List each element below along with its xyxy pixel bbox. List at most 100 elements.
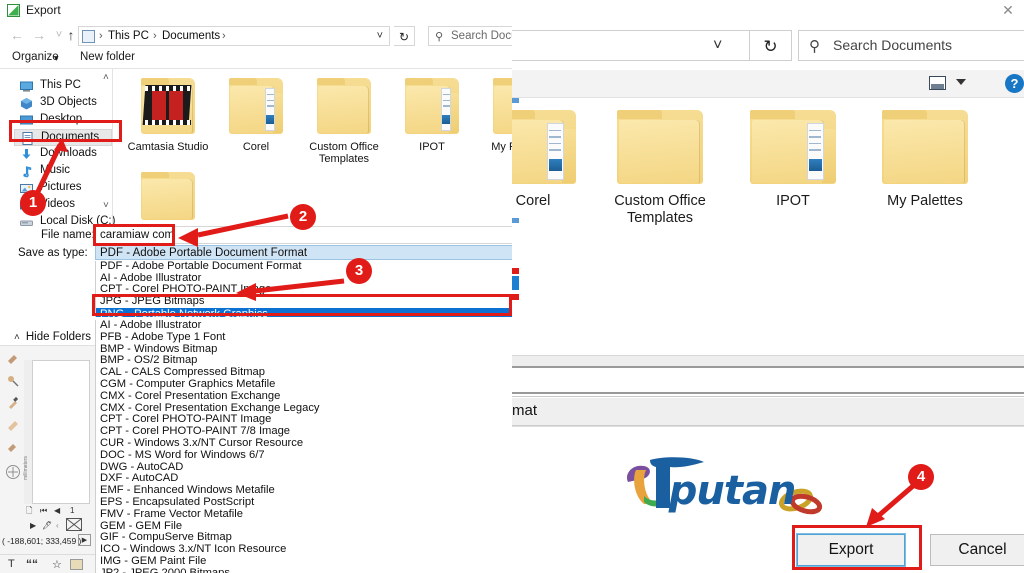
file-item[interactable]: IPOT [384,78,480,153]
dropdown-option[interactable]: PDF - Adobe Portable Document Format [96,261,512,273]
pictures-icon [20,182,33,195]
dropdown-option-png-selected[interactable]: PNG - Portable Network Graphics [96,308,512,317]
document-canvas[interactable] [32,360,90,504]
file-item-label: Corel [242,141,270,153]
magnified-file-grid: Corel Custom Office Templates IPOT My Pa… [510,110,1024,290]
prev-page-icon[interactable]: ◀ [54,504,60,518]
quote-icon[interactable]: ““ [26,557,38,571]
pen-icon[interactable]: 🖊 [42,518,52,533]
object-bar: ▶ 🖊 ‹ [24,518,95,533]
chevron-down-icon[interactable]: ˅ [377,30,383,42]
smudge-tool-icon[interactable] [6,418,20,432]
filename-label: File name: [41,229,95,241]
help-icon[interactable]: ? [1005,74,1024,93]
magnified-folder-item[interactable]: IPOT [728,110,858,210]
dropdown-option[interactable]: CMX - Corel Presentation Exchange [96,390,512,403]
cancel-button[interactable]: Cancel [930,534,1024,566]
search-icon: ⚲ [435,31,444,43]
forward-button[interactable]: → [30,26,48,44]
breadcrumb-separator: › [99,30,103,42]
sidebar-item-label: This PC [40,79,81,91]
eyedropper-tool-icon[interactable] [6,396,20,410]
tree-scroll-up-icon[interactable]: ˄ [103,72,109,83]
dropdown-option[interactable]: PFB - Adobe Type 1 Font [96,331,512,344]
screenshot-root: ✕ ˅ ↻ ⚲ Search Documents ? Corel Custom … [0,0,1024,573]
tree-scroll-down-icon[interactable]: ˅ [103,200,109,211]
less-than-icon: ‹ [56,521,59,530]
savetype-combobox[interactable]: PDF - Adobe Portable Document Format [95,245,512,260]
folder-icon [493,78,512,134]
smear-tool-icon[interactable] [6,352,20,366]
dropdown-option[interactable]: CUR - Windows 3.x/NT Cursor Resource [96,437,512,450]
magnified-refresh-button[interactable]: ↻ [750,30,792,61]
magnified-folder-item[interactable]: Custom Office Templates [595,110,725,227]
file-item[interactable]: Camtasia Studio [120,78,216,153]
no-fill-swatch[interactable] [66,518,82,531]
first-page-icon[interactable]: ⏮ [40,504,47,518]
file-item[interactable]: Custom Office Templates [296,78,392,165]
dropdown-option[interactable]: JP2 - JPEG 2000 Bitmaps [96,567,512,573]
search-input[interactable]: ⚲ Search Docum [428,26,512,46]
status-icon-bar: T ““ ☆ [0,554,95,573]
magnified-folder-item[interactable]: Corel [510,110,598,210]
savetype-dropdown-list[interactable]: AI - Adobe Illustrator PFB - Adobe Type … [95,320,512,573]
magnified-divider-strip [510,355,1024,368]
file-item-label: Camtasia Studio [127,141,209,153]
refresh-button[interactable]: ↻ [394,26,415,46]
filename-input[interactable]: caramiaw com [95,226,512,244]
watermark-logo: iputan [620,452,825,518]
export-button[interactable]: Export [796,533,906,567]
magnified-address-bar[interactable]: ˅ [510,30,750,61]
camtasia-folder-icon [141,78,195,134]
chevron-down-icon[interactable] [956,79,966,85]
dropdown-option[interactable]: DOC - MS Word for Windows 6/7 [96,449,512,462]
dropdown-option[interactable]: EPS - Encapsulated PostScript [96,496,512,509]
coordinate-toggle-button[interactable]: ▶ [78,534,91,546]
star-icon[interactable]: ☆ [52,558,62,571]
back-button[interactable]: ← [8,26,26,44]
magnified-folder-item[interactable]: My Palettes [860,110,990,210]
attract-tool-icon[interactable] [6,374,20,388]
dropdown-option[interactable]: FMV - Frame Vector Metafile [96,508,512,521]
file-item[interactable]: Corel [208,78,304,153]
dropdown-option[interactable]: IMG - GEM Paint File [96,555,512,568]
magnified-search-input[interactable]: ⚲ Search Documents [798,30,1024,61]
folder-icon [317,78,371,134]
file-item[interactable] [120,172,216,227]
magnified-folder-label: Custom Office Templates [614,193,706,226]
address-bar[interactable]: › This PC › Documents › ˅ [78,26,390,46]
breadcrumb-documents[interactable]: Documents [162,30,220,42]
sidebar-item-label: Music [40,164,71,176]
hide-folders-button[interactable]: ˄ Hide Folders [14,331,91,343]
dropdown-option[interactable]: CGM - Computer Graphics Metafile [96,378,512,391]
dropdown-option[interactable]: JPG - JPEG Bitmaps [96,295,512,308]
text-tool-icon[interactable]: T [8,558,15,570]
add-page-icon[interactable]: 🗋 [26,504,32,518]
magnified-titlebar: ✕ [510,0,1024,24]
roughen-tool-icon[interactable] [6,440,20,454]
coreldraw-background: millimeters 🗋 ⏮ ◀ 1 ▶ 🖊 ‹ ( -188,601; 33… [0,345,95,573]
sidebar-item-label: 3D Objects [40,96,97,108]
page-navigation-bar: 🗋 ⏮ ◀ 1 [24,504,95,518]
watermark-text: iputan [656,468,796,514]
magnified-address-row: ˅ ↻ ⚲ Search Documents [510,30,1024,64]
breadcrumb-this-pc[interactable]: This PC [108,30,149,42]
folder-icon [141,172,195,220]
organize-button[interactable]: Organize [12,51,59,63]
chevron-down-icon[interactable]: ˅ [713,37,722,55]
swatch-icon[interactable] [70,559,83,570]
folder-icon [617,110,703,184]
close-icon[interactable]: ✕ [998,2,1018,18]
chevron-up-icon: ˄ [14,332,20,343]
magnified-folder-label: IPOT [776,193,810,209]
zoom-tool-icon[interactable] [5,464,21,480]
play-icon[interactable]: ▶ [30,518,36,533]
videos-icon [20,199,33,212]
chevron-down-icon[interactable]: ▾ [54,53,59,64]
magnified-search-placeholder: Search Documents [833,37,953,53]
view-layout-icon[interactable] [929,76,946,90]
savetype-dropdown-top[interactable]: PDF - Adobe Portable Document Format AI … [95,261,512,317]
file-item[interactable]: My Palettes [472,78,512,153]
new-folder-button[interactable]: New folder [80,51,135,63]
sidebar-item-documents[interactable]: Documents [14,129,112,146]
